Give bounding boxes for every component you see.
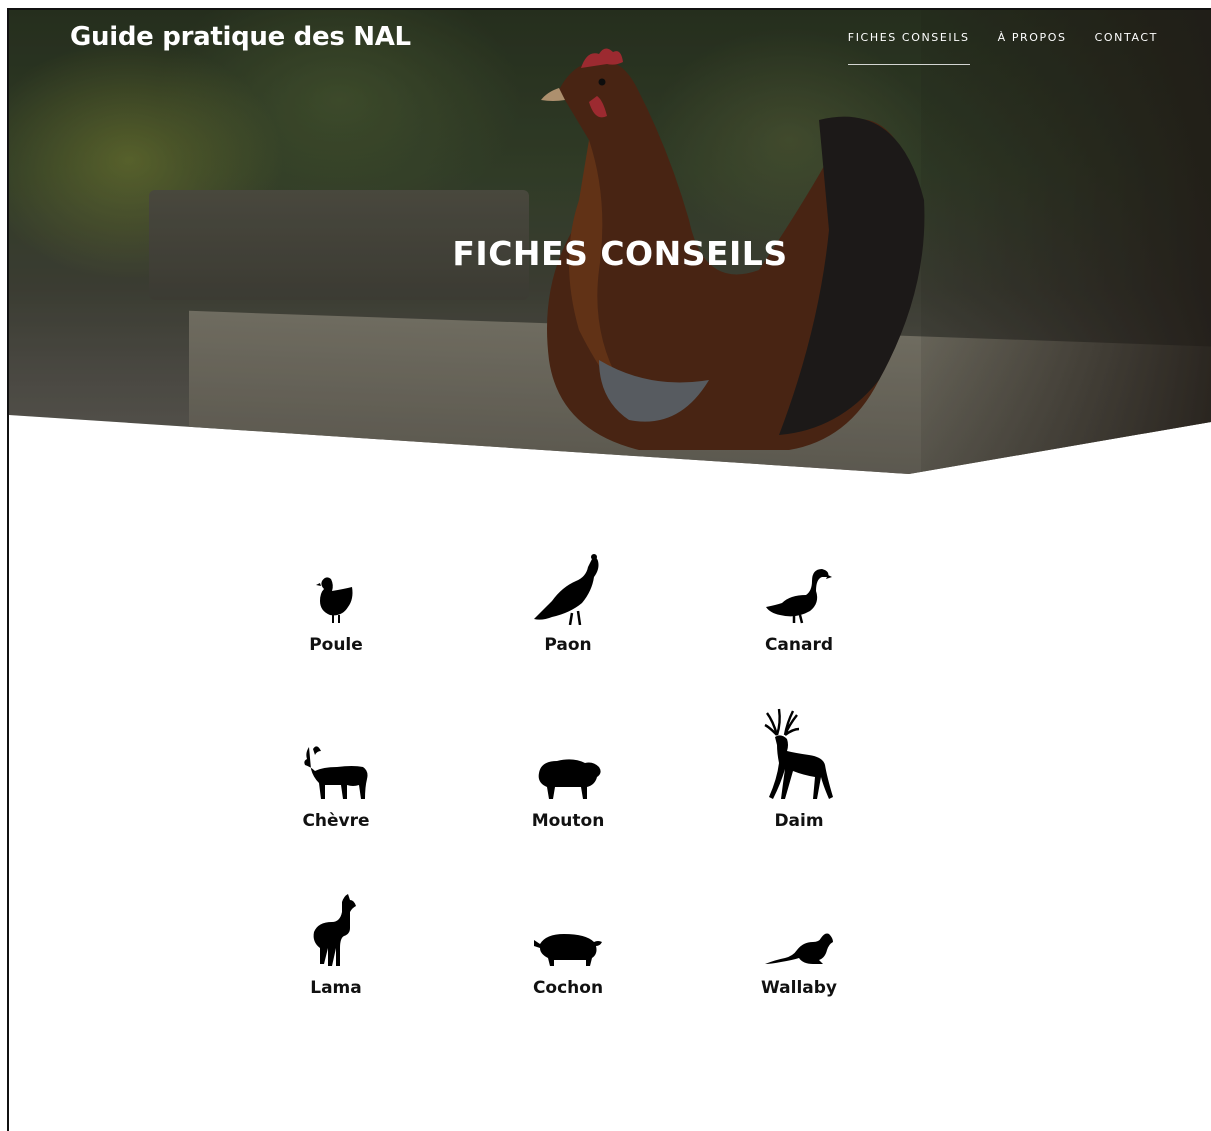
duck-icon bbox=[724, 545, 874, 625]
card-mouton[interactable]: Mouton bbox=[493, 721, 643, 831]
card-label: Lama bbox=[310, 978, 362, 998]
nav-a-propos[interactable]: À PROPOS bbox=[998, 31, 1067, 65]
site-title[interactable]: Guide pratique des NAL bbox=[70, 22, 411, 52]
nav-fiches-conseils[interactable]: FICHES CONSEILS bbox=[847, 31, 970, 65]
deer-icon bbox=[724, 697, 874, 801]
nav-contact[interactable]: CONTACT bbox=[1095, 31, 1158, 65]
card-poule[interactable]: Poule bbox=[261, 545, 411, 655]
page-title: FICHES CONSEILS bbox=[452, 234, 788, 274]
card-label: Cochon bbox=[532, 978, 604, 998]
card-label: Daim bbox=[774, 811, 824, 831]
card-label: Wallaby bbox=[761, 978, 837, 998]
card-label: Paon bbox=[544, 635, 592, 655]
card-canard[interactable]: Canard bbox=[724, 545, 874, 655]
card-wallaby[interactable]: Wallaby bbox=[724, 888, 874, 998]
card-daim[interactable]: Daim bbox=[724, 697, 874, 831]
sheep-icon bbox=[493, 721, 643, 801]
card-label: Canard bbox=[764, 635, 834, 655]
goat-icon bbox=[261, 721, 411, 801]
llama-icon bbox=[261, 888, 411, 968]
card-label: Mouton bbox=[531, 811, 605, 831]
card-cochon[interactable]: Cochon bbox=[493, 888, 643, 998]
card-chevre[interactable]: Chèvre bbox=[261, 721, 411, 831]
pig-icon bbox=[493, 888, 643, 968]
peacock-icon bbox=[493, 545, 643, 625]
hen-icon bbox=[261, 545, 411, 625]
card-lama[interactable]: Lama bbox=[261, 888, 411, 998]
card-label: Poule bbox=[309, 635, 363, 655]
card-paon[interactable]: Paon bbox=[493, 545, 643, 655]
wallaby-icon bbox=[724, 888, 874, 968]
main-nav: FICHES CONSEILS À PROPOS CONTACT bbox=[847, 31, 1158, 65]
card-label: Chèvre bbox=[302, 811, 370, 831]
